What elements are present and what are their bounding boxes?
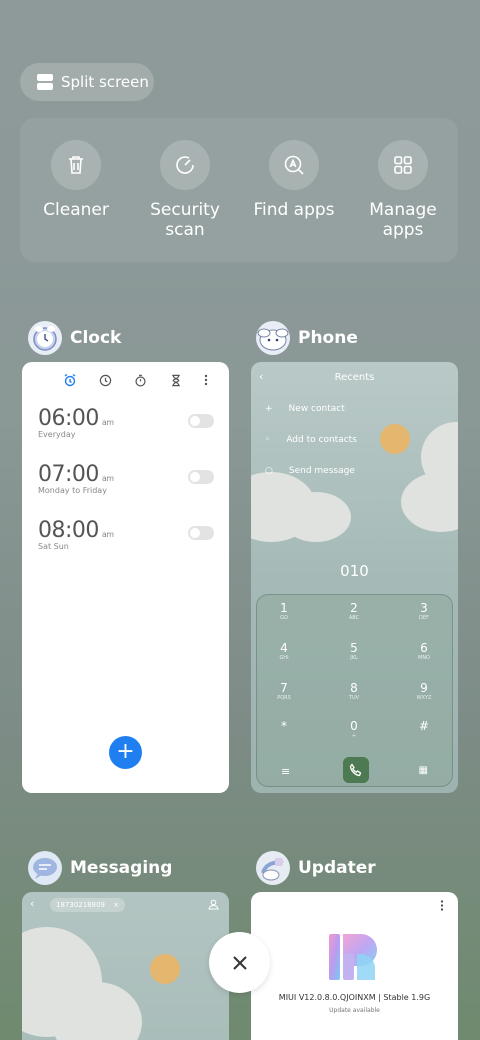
updater-app-header[interactable]: Updater — [256, 851, 376, 885]
contact-icon[interactable] — [208, 899, 219, 910]
trash-icon — [51, 140, 101, 190]
version-text: MIUI V12.0.8.0.QJOINXM | Stable 1.9G — [278, 993, 431, 1002]
dial-key[interactable]: 7 PQRS — [269, 681, 299, 701]
alarm-repeat: Everyday — [38, 430, 76, 439]
dial-key[interactable]: 5 JKL — [339, 641, 369, 661]
update-status: Update available — [329, 1007, 380, 1014]
miui-logo — [329, 934, 377, 980]
phone-call-icon — [349, 763, 362, 777]
security-scan-label: Security scan — [150, 200, 220, 240]
updater-app-preview[interactable]: MIUI V12.0.8.0.QJOINXM | Stable 1.9G Upd… — [251, 892, 458, 1040]
manage-apps-label: Manage apps — [369, 200, 437, 240]
menu-item[interactable]: ○ Send message — [265, 466, 355, 476]
menu-item[interactable]: ◦ Add to contacts — [265, 435, 357, 445]
clock-app-name: Clock — [70, 328, 122, 348]
menu-icon[interactable]: ≡ — [281, 765, 290, 778]
find-apps-icon — [269, 140, 319, 190]
message-icon: ○ — [265, 466, 273, 476]
add-alarm-button[interactable]: + — [109, 736, 142, 769]
alarm-ampm: am — [101, 530, 114, 539]
find-apps-label: Find apps — [253, 200, 335, 220]
remove-recipient-icon[interactable]: × — [113, 901, 119, 909]
dialed-number: 010 — [340, 562, 369, 580]
dial-keypad: 1 GO 2 ABC 3 DEF 4 GHI 5 JKL 6 MNO 7 PQRS 8 TUV … — [256, 594, 453, 787]
messaging-app-preview[interactable]: ‹ 18730218809 × — [22, 892, 229, 1040]
clear-all-button[interactable] — [209, 932, 270, 993]
alarm-time: 08:00 — [38, 518, 99, 543]
security-scan-button[interactable]: Security scan — [130, 140, 240, 240]
dial-key[interactable]: 0 + — [339, 719, 369, 739]
keypad-toggle-icon[interactable]: ▦ — [419, 765, 428, 776]
alarm-toggle[interactable] — [188, 470, 214, 484]
messaging-app-header[interactable]: Messaging — [28, 851, 172, 885]
alarm-time: 07:00 — [38, 462, 99, 487]
phone-app-name: Phone — [298, 328, 358, 348]
menu-item-label: Add to contacts — [286, 435, 357, 445]
updater-app-icon — [256, 851, 290, 885]
split-screen-icon — [37, 74, 53, 90]
more-options-icon[interactable] — [440, 900, 444, 911]
dial-key[interactable]: 9 WXYZ — [409, 681, 439, 701]
security-scan-icon — [160, 140, 210, 190]
split-screen-label: Split screen — [61, 73, 149, 91]
alarm-icon — [64, 373, 76, 387]
dial-key[interactable]: 1 GO — [269, 601, 299, 621]
person-icon: ◦ — [265, 435, 271, 445]
alarm-time: 06:00 — [38, 406, 99, 431]
phone-app-preview[interactable]: ‹ Recents + New contact ◦ Add to contact… — [251, 362, 458, 793]
dial-key[interactable]: # — [409, 719, 439, 733]
alarm-ampm: am — [101, 418, 114, 427]
messaging-app-icon — [28, 851, 62, 885]
alarm-toggle[interactable] — [188, 526, 214, 540]
cleaner-button[interactable]: Cleaner — [21, 140, 131, 220]
alarm-row[interactable]: 06:00 am Everyday — [38, 406, 214, 439]
messaging-app-name: Messaging — [70, 858, 173, 878]
menu-item-label: New contact — [288, 404, 345, 414]
plus-icon: + — [265, 404, 273, 414]
call-button[interactable] — [343, 757, 369, 783]
back-arrow-icon[interactable]: ‹ — [30, 897, 34, 910]
alarm-repeat: Monday to Friday — [38, 486, 107, 495]
split-screen-button[interactable]: Split screen — [20, 63, 154, 101]
dial-key[interactable]: 8 TUV — [339, 681, 369, 701]
timer-icon — [171, 374, 180, 386]
cleaner-label: Cleaner — [43, 200, 109, 220]
clock-tabs — [22, 362, 229, 390]
dial-key[interactable]: 2 ABC — [339, 601, 369, 621]
quick-tools-panel: Cleaner Security scan Find apps Manage a… — [20, 118, 458, 262]
find-apps-button[interactable]: Find apps — [239, 140, 349, 220]
alarm-ampm: am — [101, 474, 114, 483]
stopwatch-icon — [135, 374, 147, 386]
phone-app-icon — [256, 321, 290, 355]
alarm-row[interactable]: 08:00 am Sat Sun — [38, 518, 214, 551]
clock-app-icon — [28, 321, 62, 355]
recipient-chip[interactable]: 18730218809 × — [50, 898, 126, 912]
manage-apps-button[interactable]: Manage apps — [348, 140, 458, 240]
phone-app-header[interactable]: Phone — [256, 321, 358, 355]
dial-key[interactable]: * — [269, 719, 299, 733]
alarm-repeat: Sat Sun — [38, 542, 69, 551]
menu-item-label: Send message — [288, 466, 355, 476]
menu-item[interactable]: + New contact — [265, 404, 345, 414]
dial-key[interactable]: 4 GHI — [269, 641, 299, 661]
recipient-number: 18730218809 — [56, 901, 105, 909]
world-clock-icon — [100, 374, 112, 386]
alarm-toggle[interactable] — [188, 414, 214, 428]
updater-app-name: Updater — [298, 858, 376, 878]
dial-key[interactable]: 3 DEF — [409, 601, 439, 621]
more-options-icon — [204, 374, 208, 386]
clock-app-preview[interactable]: 06:00 am Everyday 07:00 am Monday to Frida… — [22, 362, 229, 793]
grid-apps-icon — [378, 140, 428, 190]
close-icon — [232, 955, 247, 970]
alarm-row[interactable]: 07:00 am Monday to Friday — [38, 462, 214, 495]
clock-app-header[interactable]: Clock — [28, 321, 121, 355]
dial-key[interactable]: 6 MNO — [409, 641, 439, 661]
phone-title: Recents — [334, 372, 375, 383]
